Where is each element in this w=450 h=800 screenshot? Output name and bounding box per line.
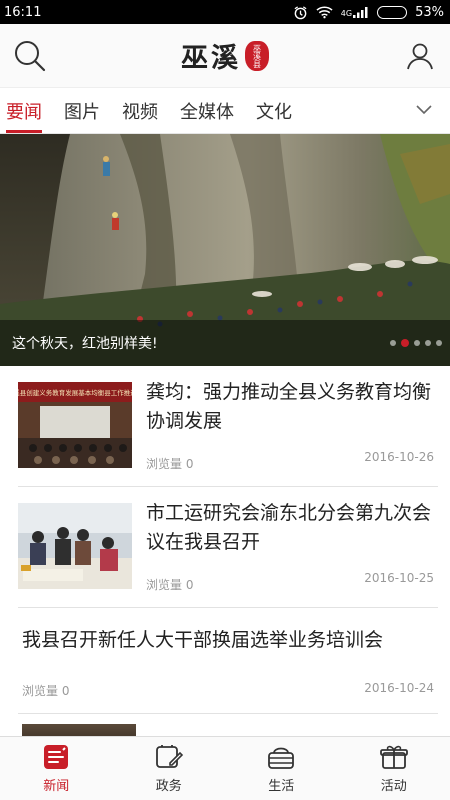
news-views: 浏览量 0: [146, 457, 194, 471]
carousel-dot-active[interactable]: [401, 339, 409, 347]
nav-news-label: 新闻: [43, 779, 70, 794]
tab-videos[interactable]: 视频: [122, 88, 158, 134]
nav-government[interactable]: 政务: [113, 737, 226, 800]
battery-percent: 53%: [415, 4, 444, 20]
news-thumbnail: [18, 503, 132, 589]
status-icons: 4G 53%: [293, 5, 444, 20]
news-item[interactable]: 我县召开新任人大干部换届选举业务培训会 浏览量 0 2016-10-24: [18, 608, 438, 714]
network-label: 4G: [340, 9, 353, 18]
news-views: 浏览量 0: [22, 684, 70, 698]
banner-caption: 这个秋天，红池别样美!: [12, 336, 158, 352]
carousel-dots: [390, 339, 442, 347]
news-views: 浏览量 0: [146, 578, 194, 592]
news-item[interactable]: 市工运研究会渝东北分会第九次会议在我县召开 浏览量 0 2016-10-25: [18, 487, 438, 608]
search-icon[interactable]: [10, 36, 50, 76]
tab-headlines[interactable]: 要闻: [6, 88, 42, 134]
news-title: 我县召开新任人大干部换届选举业务培训会: [22, 629, 384, 651]
nav-activities[interactable]: 活动: [338, 737, 450, 800]
thumb-banner-text: 巫溪县创建义务教育发展基本均衡县工作推进会: [18, 388, 132, 397]
nav-government-label: 政务: [155, 779, 182, 794]
app-logo: 巫溪 巫溪县: [181, 36, 269, 75]
tab-culture[interactable]: 文化: [256, 88, 292, 134]
news-date: 2016-10-26: [364, 450, 434, 464]
news-item[interactable]: 巫溪县创建义务教育发展基本均衡县工作推进会 龚均：强力推动全县义务教育均衡协调发…: [18, 366, 438, 487]
gift-icon: [379, 743, 409, 771]
nav-activities-label: 活动: [380, 779, 407, 794]
news-thumbnail: 巫溪县创建义务教育发展基本均衡县工作推进会: [18, 382, 132, 468]
news-title: 龚均：强力推动全县义务教育均衡协调发展: [146, 381, 432, 432]
app-screen: 16:11 4G 53% 巫溪 巫溪县 要闻 图片 视频 全媒体 文化 这个秋天…: [0, 0, 450, 800]
news-date: 2016-10-25: [364, 571, 434, 585]
news-title: 市工运研究会渝东北分会第九次会议在我县召开: [146, 502, 432, 553]
news-list: 巫溪县创建义务教育发展基本均衡县工作推进会 龚均：强力推动全县义务教育均衡协调发…: [0, 366, 450, 736]
carousel-dot[interactable]: [425, 340, 431, 346]
alarm-icon: [293, 5, 308, 20]
bottom-nav: 新闻 政务 生活 活动: [0, 736, 450, 800]
government-icon: [154, 743, 184, 771]
status-time: 16:11: [4, 4, 42, 20]
nav-news[interactable]: 新闻: [0, 737, 113, 800]
next-news-thumbnail-partial: [22, 724, 136, 736]
chevron-down-icon[interactable]: [414, 100, 434, 120]
nav-life[interactable]: 生活: [225, 737, 338, 800]
banner-carousel[interactable]: 这个秋天，红池别样美!: [0, 134, 450, 366]
carousel-dot[interactable]: [436, 340, 442, 346]
carousel-dot[interactable]: [414, 340, 420, 346]
tab-pictures[interactable]: 图片: [64, 88, 100, 134]
status-bar: 16:11 4G 53%: [0, 0, 450, 24]
logo-text: 巫溪: [181, 43, 241, 74]
category-tabs: 要闻 图片 视频 全媒体 文化: [0, 88, 450, 134]
battery-icon: [377, 5, 408, 19]
logo-seal: 巫溪县: [245, 40, 269, 71]
news-date: 2016-10-24: [364, 681, 434, 695]
user-icon[interactable]: [400, 36, 440, 76]
basket-icon: [266, 743, 296, 771]
wifi-icon: [316, 5, 333, 19]
tab-all-media[interactable]: 全媒体: [180, 88, 234, 134]
nav-life-label: 生活: [268, 779, 295, 794]
carousel-dot[interactable]: [390, 340, 396, 346]
banner-caption-bar: 这个秋天，红池别样美!: [0, 320, 450, 366]
signal-icon: 4G: [341, 6, 369, 18]
news-icon: [42, 743, 70, 771]
app-header: 巫溪 巫溪县: [0, 24, 450, 88]
